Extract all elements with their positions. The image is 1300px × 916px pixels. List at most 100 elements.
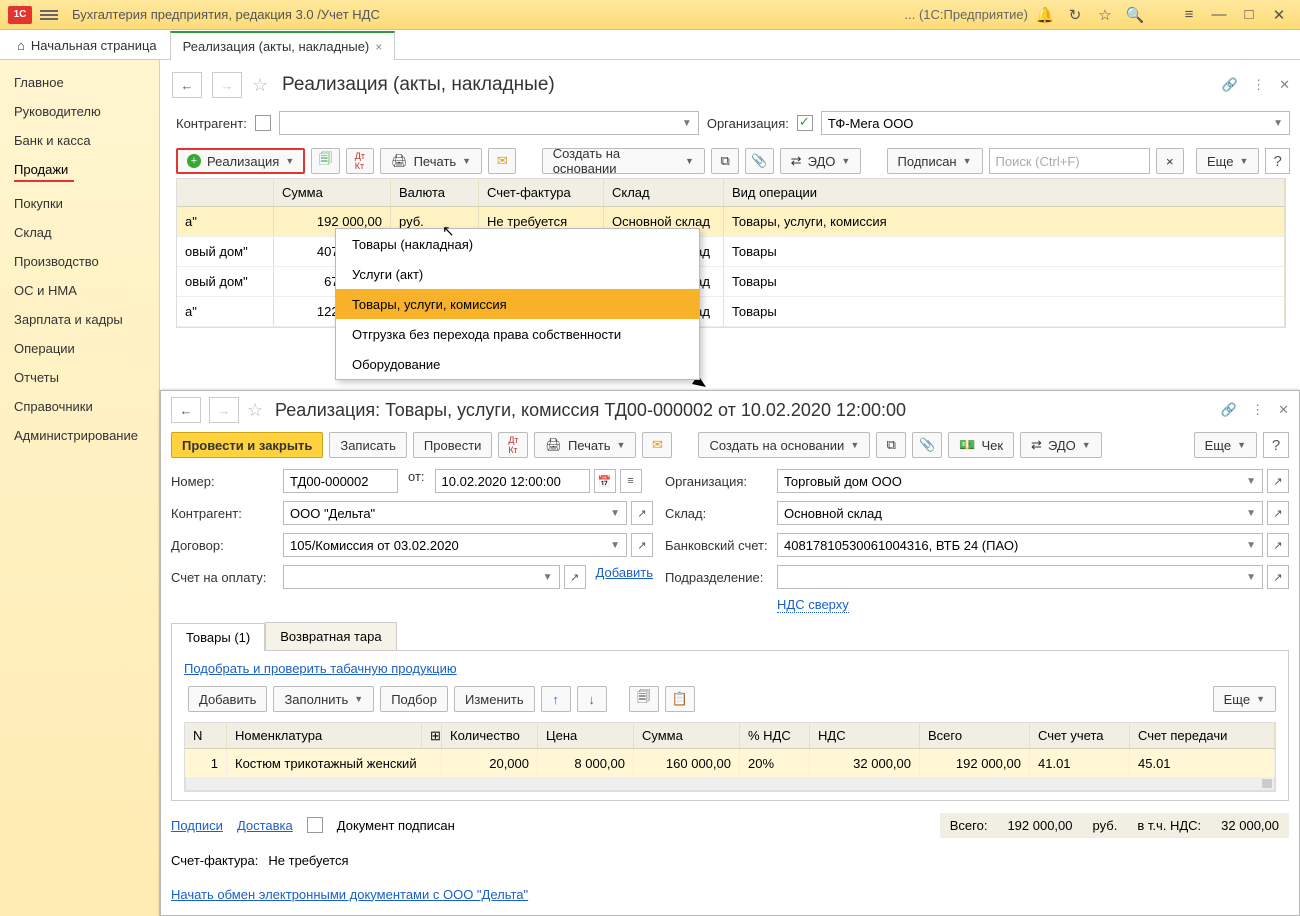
post-close-button[interactable]: Провести и закрыть [171,432,323,458]
dd-goods-invoice[interactable]: Товары (накладная) [336,229,699,259]
tab-home[interactable]: ⌂ Начальная страница [4,30,170,59]
contract-open-button[interactable]: ↗ [631,533,653,557]
nav-operations[interactable]: Операции [0,334,159,363]
bank-open-button[interactable]: ↗ [1267,533,1289,557]
gcol-n[interactable]: N [185,723,227,748]
menu-icon[interactable] [40,8,58,22]
help-button[interactable]: ? [1265,148,1290,174]
dd-shipment[interactable]: Отгрузка без перехода права собственност… [336,319,699,349]
row-edit-button[interactable]: Изменить [454,686,535,712]
nav-main[interactable]: Главное [0,68,159,97]
cp-input[interactable]: ООО "Дельта"▼ [283,501,627,525]
filter-org-check[interactable] [797,115,813,131]
bell-icon[interactable]: 🔔 [1032,2,1058,28]
doc-forward-button[interactable]: → [209,397,239,423]
page-close-icon[interactable]: ✕ [1279,77,1290,93]
wh-open-button[interactable]: ↗ [1267,501,1289,525]
row-add-button[interactable]: Добавить [188,686,267,712]
invoice-input[interactable]: ▼ [283,565,560,589]
create-realization-button[interactable]: + Реализация ▼ [176,148,305,174]
subtab-goods[interactable]: Товары (1) [171,623,265,651]
signed-check[interactable] [307,817,323,833]
nav-admin[interactable]: Администрирование [0,421,159,450]
save-button[interactable]: Записать [329,432,407,458]
minimize-icon[interactable]: — [1206,2,1232,28]
maximize-icon[interactable]: □ [1236,2,1262,28]
structure-button[interactable]: ⧉ [711,148,739,174]
clear-search-button[interactable]: × [1156,148,1184,174]
link-icon[interactable]: 🔗 [1222,77,1238,93]
doc-createbased-button[interactable]: Создать на основании▼ [698,432,870,458]
dd-services-act[interactable]: Услуги (акт) [336,259,699,289]
edo-start-link[interactable]: Начать обмен электронными документами с … [171,887,528,902]
gcol-qty[interactable]: Количество [442,723,538,748]
doc-help-button[interactable]: ? [1263,432,1289,458]
star-icon[interactable]: ☆ [1092,2,1118,28]
search-icon[interactable]: 🔍 [1122,2,1148,28]
nav-catalogs[interactable]: Справочники [0,392,159,421]
col-sum[interactable]: Сумма [274,179,391,206]
doc-print-button[interactable]: 🖨Печать▼ [534,432,636,458]
gcol-sum[interactable]: Сумма [634,723,740,748]
nav-bank[interactable]: Банк и касса [0,126,159,155]
col-wh[interactable]: Склад [604,179,724,206]
signed-filter-button[interactable]: Подписан▼ [887,148,983,174]
kebab-icon[interactable]: ⋮ [1252,77,1265,93]
calendar-button[interactable]: 📅 [594,469,616,493]
forward-button[interactable]: → [212,72,242,98]
nav-reports[interactable]: Отчеты [0,363,159,392]
contract-input[interactable]: 105/Комиссия от 03.02.2020▼ [283,533,627,557]
gcol-acc2[interactable]: Счет передачи [1130,723,1275,748]
signatures-link[interactable]: Подписи [171,818,223,833]
cp-open-button[interactable]: ↗ [631,501,653,525]
nav-production[interactable]: Производство [0,247,159,276]
col-cur[interactable]: Валюта [391,179,479,206]
row-down-button[interactable]: ↓ [577,686,607,712]
post-button[interactable]: Провести [413,432,493,458]
gcol-vat[interactable]: НДС [810,723,920,748]
org-input[interactable]: Торговый дом ООО▼ [777,469,1263,493]
vat-mode-link[interactable]: НДС сверху [777,597,849,613]
more-button[interactable]: Еще▼ [1196,148,1259,174]
doc-attach-button[interactable]: 📎 [912,432,942,458]
history-icon[interactable]: ↻ [1062,2,1088,28]
doc-link-icon[interactable]: 🔗 [1221,402,1237,418]
dd-equipment[interactable]: Оборудование [336,349,699,379]
goods-row[interactable]: 1 Костюм трикотажный женский 20,000 8 00… [185,749,1275,777]
number-input[interactable]: ТД00-000002 [283,469,398,493]
settings-icon[interactable]: ≡ [1176,2,1202,28]
doc-structure-button[interactable]: ⧉ [876,432,906,458]
invoice-open-button[interactable]: ↗ [564,565,586,589]
doc-email-button[interactable]: ✉ [642,432,672,458]
back-button[interactable]: ← [172,72,202,98]
nav-manager[interactable]: Руководителю [0,97,159,126]
nav-warehouse[interactable]: Склад [0,218,159,247]
email-button[interactable]: ✉ [488,148,516,174]
gcol-acc[interactable]: Счет учета [1030,723,1130,748]
subtab-tare[interactable]: Возвратная тара [265,622,396,650]
gcol-total[interactable]: Всего [920,723,1030,748]
nav-sales[interactable]: Продажи [0,155,159,189]
bank-input[interactable]: 40817810530061004316, ВТБ 24 (ПАО)▼ [777,533,1263,557]
createbased-button[interactable]: Создать на основании▼ [542,148,705,174]
org-open-button[interactable]: ↗ [1267,469,1289,493]
row-up-button[interactable]: ↑ [541,686,571,712]
delivery-link[interactable]: Доставка [237,818,293,833]
doc-dtkt-button[interactable]: ДтКт [498,432,528,458]
h-scrollbar[interactable] [185,777,1275,791]
gcol-nm[interactable]: Номенклатура [227,723,422,748]
row-more-button[interactable]: Еще▼ [1213,686,1276,712]
wh-input[interactable]: Основной склад▼ [777,501,1263,525]
row-pick-button[interactable]: Подбор [380,686,448,712]
filter-org-combo[interactable]: ТФ-Мега ООО▼ [821,111,1290,135]
edo-button[interactable]: ⇄ЭДО▼ [780,148,862,174]
dept-input[interactable]: ▼ [777,565,1263,589]
row-paste-button[interactable]: 📋 [665,686,695,712]
doc-back-button[interactable]: ← [171,397,201,423]
gcol-pick[interactable]: ⊞ [422,723,442,748]
doc-edo-button[interactable]: ⇄ЭДО▼ [1020,432,1102,458]
add-invoice-link[interactable]: Добавить [596,565,653,589]
cheque-button[interactable]: 💵Чек [948,432,1014,458]
gcol-vatp[interactable]: % НДС [740,723,810,748]
attach-button[interactable]: 📎 [745,148,773,174]
